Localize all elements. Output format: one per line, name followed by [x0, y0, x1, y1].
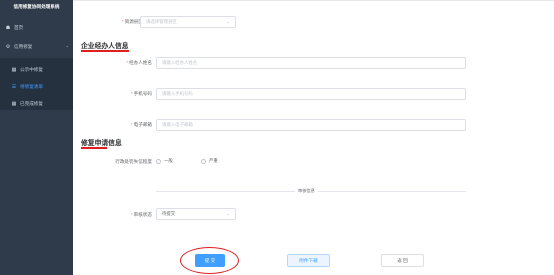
highlight-annotation — [180, 247, 239, 274]
sidebar-item-publicity-repair[interactable]: ▦ 公示中修复 — [0, 64, 73, 76]
back-button[interactable]: 返 回 — [381, 254, 424, 267]
region-select[interactable]: 请选择管理县区 ⌄ — [140, 16, 236, 28]
chevron-down-icon: ⌄ — [226, 211, 230, 216]
agent-name-input[interactable]: 请输入经办人姓名 — [156, 57, 466, 69]
email-input[interactable]: 请输入电子邮箱 — [156, 119, 466, 131]
sidebar-group-credit-repair[interactable]: ⚙ 信用修复 ⌃ — [0, 41, 73, 53]
sidebar-item-home[interactable]: ☗ 首页 — [0, 22, 73, 34]
agent-name-label: *经办人姓名 — [126, 60, 152, 65]
region-label: *资源县区 — [121, 19, 143, 24]
grid-icon: ▦ — [11, 67, 17, 73]
sidebar-item-label: 待修复清单 — [20, 84, 43, 89]
grid-icon: ▦ — [11, 101, 17, 107]
review-status-label: *审核状态 — [130, 212, 152, 217]
home-icon: ☗ — [5, 25, 11, 31]
review-status-select[interactable]: 待提交 ⌄ — [156, 208, 236, 220]
chevron-up-icon: ⌃ — [65, 44, 69, 50]
penalty-level-label: 行政处罚失信程度 — [115, 159, 152, 164]
phone-label: *手机号码 — [130, 91, 152, 96]
radio-general[interactable]: 一般 — [156, 158, 173, 164]
section-title-agent-info: 企业经办人信息 — [81, 43, 129, 50]
sidebar-item-completed-repair[interactable]: ▦ 已完成修复 — [0, 98, 73, 110]
review-divider-text: 审核信息 — [295, 188, 318, 194]
app-title: 信用修复协同处理系统 — [13, 4, 60, 9]
email-label: *电子邮箱 — [130, 122, 152, 127]
sidebar-item-label: 公示中修复 — [20, 67, 43, 72]
sidebar-item-label: 信用修复 — [14, 44, 33, 49]
section-underline — [81, 50, 129, 52]
main-content: *资源县区 请选择管理县区 ⌄ 企业经办人信息 *经办人姓名 请输入经办人姓名 … — [73, 0, 554, 275]
list-icon: ☰ — [11, 84, 17, 90]
phone-input[interactable]: 请输入手机号码 — [156, 88, 466, 100]
sidebar-item-pending-repair[interactable]: ☰ 待修复清单 — [0, 81, 73, 93]
section-underline — [81, 147, 107, 149]
credit-icon: ⚙ — [5, 44, 11, 50]
download-attachment-button[interactable]: 附件下载 — [287, 254, 330, 267]
radio-serious[interactable]: 严重 — [201, 158, 218, 164]
top-divider — [73, 0, 554, 1]
sidebar-item-label: 首页 — [14, 25, 24, 30]
section-title-repair-application: 修复申请信息 — [81, 140, 122, 147]
sidebar-item-label: 已完成修复 — [20, 101, 43, 106]
sidebar: 信用修复协同处理系统 ☗ 首页 ⚙ 信用修复 ⌃ ▦ 公示中修复 ☰ 待修复清单… — [0, 0, 73, 275]
radio-circle-icon — [201, 158, 206, 164]
radio-circle-icon — [156, 158, 161, 164]
chevron-down-icon: ⌄ — [226, 19, 230, 24]
